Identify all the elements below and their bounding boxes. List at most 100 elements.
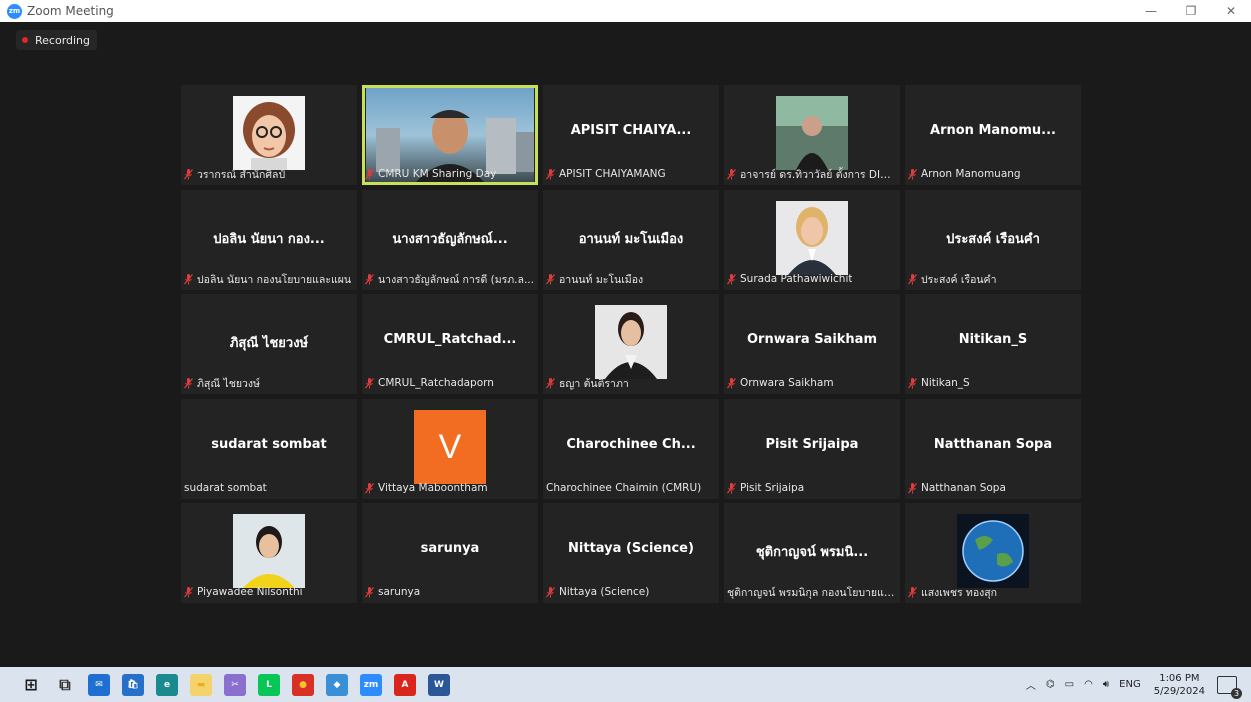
participant-tile[interactable]: sudarat sombat sudarat sombat [181,399,357,499]
participant-name: Piyawadee Nilsonthi [197,586,303,598]
notification-center-icon[interactable]: 3 [1217,675,1242,699]
participant-name-label: อาจารย์ ดร.ทิวาวัลย์ ตั้งการ DIG... [727,167,897,181]
restore-button[interactable]: ❐ [1171,0,1211,22]
participant-name-label: ประสงค์ เรือนคำ [908,272,1078,286]
participant-tile[interactable]: อาจารย์ ดร.ทิวาวัลย์ ตั้งการ DIG... [724,85,900,185]
file-explorer-icon[interactable]: ▬ [190,673,212,696]
participant-display-name: ประสงค์ เรือนคำ [946,232,1040,247]
muted-mic-icon [727,482,736,493]
participant-name: Ornwara Saikham [740,377,834,389]
participant-name: sarunya [378,586,421,598]
volume-icon[interactable]: 🔊︎ [1103,679,1109,690]
task-view-icon[interactable]: ⧉ [54,674,76,696]
window-titlebar: zm Zoom Meeting — ❐ ✕ [0,0,1251,22]
chevron-up-icon[interactable]: ︿ [1026,677,1036,692]
participant-name: Vittaya Maboontham [378,482,488,494]
meeting-stage: Recording วรากรณ์ สำนักศิลป์ CMRU KM Shar… [7,22,1247,667]
participant-name-label: ธญา ต้นติราภา [546,376,716,390]
participant-tile[interactable]: Natthanan Sopa Natthanan Sopa [905,399,1081,499]
participant-tile[interactable]: ปอลิน นัยนา กอง... ปอลิน นัยนา กองนโยบายแ… [181,190,357,290]
participant-tile[interactable]: CMRUL_Ratchad... CMRUL_Ratchadaporn [362,294,538,394]
close-button[interactable]: ✕ [1211,0,1251,22]
participant-tile[interactable]: นางสาวธัญลักษณ์... นางสาวธัญลักษณ์ การดี … [362,190,538,290]
participant-name: ชุติกาญจน์ พรมนิกุล กองนโยบายแล... [727,586,897,599]
participant-tile[interactable]: V Vittaya Maboontham [362,399,538,499]
participant-name: อาจารย์ ดร.ทิวาวัลย์ ตั้งการ DIG... [740,168,897,181]
participant-tile[interactable]: sarunya sarunya [362,503,538,603]
muted-mic-icon [365,377,374,388]
word-icon[interactable]: W [428,673,450,696]
clock-time: 1:06 PM [1159,672,1200,684]
participant-tile[interactable]: CMRU KM Sharing Day [362,85,538,185]
participant-display-name: ภิสุณี ไชยวงษ์ [229,336,309,351]
muted-mic-icon [184,273,193,284]
participant-name-label: ชุติกาญจน์ พรมนิกุล กองนโยบายแล... [727,585,897,599]
muted-mic-icon [365,168,374,179]
participant-display-name: Ornwara Saikham [746,332,878,347]
clock-date: 5/29/2024 [1153,685,1205,697]
network-icon[interactable]: ⌬ [1046,679,1055,690]
participant-name-label: Nittaya (Science) [546,585,716,599]
battery-icon[interactable]: ▭ [1065,679,1074,690]
participant-name: ปอลิน นัยนา กองนโยบายและแผน [197,273,352,286]
participant-tile[interactable]: ภิสุณี ไชยวงษ์ ภิสุณี ไชยวงษ์ [181,294,357,394]
participant-tile[interactable]: Nittaya (Science) Nittaya (Science) [543,503,719,603]
participant-name-label: Vittaya Maboontham [365,481,535,495]
line-icon[interactable]: L [258,673,280,696]
pdf-icon[interactable]: A [394,673,416,696]
store-icon[interactable]: 🛍︎ [122,673,144,696]
participant-display-name: CMRUL_Ratchad... [383,332,517,347]
participant-tile[interactable]: APISIT CHAIYA... APISIT CHAIYAMANG [543,85,719,185]
participant-tile[interactable]: แสงเพชร ทองสุก [905,503,1081,603]
participant-tile[interactable]: ธญา ต้นติราภา [543,294,719,394]
participant-name: ธญา ต้นติราภา [559,377,629,390]
edge-icon[interactable]: e [156,673,178,696]
participant-tile[interactable]: Charochinee Ch... Charochinee Chaimin (CM… [543,399,719,499]
snip-icon[interactable]: ✂ [224,673,246,696]
participant-name: Arnon Manomuang [921,168,1021,180]
participant-display-name: sarunya [420,541,480,556]
participant-name-label: CMRUL_Ratchadaporn [365,376,535,390]
participant-tile[interactable]: Ornwara Saikham Ornwara Saikham [724,294,900,394]
muted-mic-icon [546,273,555,284]
participant-tile[interactable]: ประสงค์ เรือนคำ ประสงค์ เรือนคำ [905,190,1081,290]
mail-icon[interactable]: ✉ [88,673,110,696]
participant-name-label: Ornwara Saikham [727,376,897,390]
zoom-icon[interactable]: zm [360,673,382,696]
participant-name-label: Arnon Manomuang [908,167,1078,181]
participant-tile[interactable]: วรากรณ์ สำนักศิลป์ [181,85,357,185]
participant-tile[interactable]: Nitikan_S Nitikan_S [905,294,1081,394]
chrome-icon[interactable]: ● [292,673,314,696]
participant-display-name: นางสาวธัญลักษณ์... [392,232,508,247]
recording-label: Recording [35,33,91,47]
muted-mic-icon [546,377,555,388]
participant-tile[interactable]: Arnon Manomu... Arnon Manomuang [905,85,1081,185]
participant-avatar [957,514,1029,588]
participant-name: CMRU KM Sharing Day [378,168,497,180]
participant-name: ภิสุณี ไชยวงษ์ [197,377,260,390]
participant-tile[interactable]: Surada Pathawiwichit [724,190,900,290]
participant-name-label: sudarat sombat [184,481,354,495]
recording-indicator[interactable]: Recording [16,30,98,50]
app-icon[interactable]: ◆ [326,673,348,696]
windows-start-icon[interactable]: ⊞ [20,674,42,696]
participant-photo [233,514,305,588]
participant-name: Nittaya (Science) [559,586,650,598]
participant-name-label: Piyawadee Nilsonthi [184,585,354,599]
participant-tile[interactable]: อานนท์ มะโนเมือง อานนท์ มะโนเมือง [543,190,719,290]
participant-name: Natthanan Sopa [921,482,1006,494]
participant-name-label: sarunya [365,585,535,599]
participant-name: นางสาวธัญลักษณ์ การดี (มรภ.ล... [378,273,534,286]
minimize-button[interactable]: — [1131,0,1171,22]
participant-tile[interactable]: Pisit Srijaipa Pisit Srijaipa [724,399,900,499]
participant-name: วรากรณ์ สำนักศิลป์ [197,168,286,181]
wifi-icon[interactable]: ◠ [1084,679,1093,690]
participant-tile[interactable]: ชุติกาญจน์ พรมนิ... ชุติกาญจน์ พรมนิกุล ก… [724,503,900,603]
participant-name-label: อานนท์ มะโนเมือง [546,272,716,286]
participant-display-name: Nitikan_S [958,332,1028,347]
language-indicator[interactable]: ENG [1119,679,1141,690]
participant-photo [595,305,667,379]
muted-mic-icon [184,377,193,388]
clock[interactable]: 1:06 PM 5/29/2024 [1154,672,1205,698]
participant-tile[interactable]: Piyawadee Nilsonthi [181,503,357,603]
